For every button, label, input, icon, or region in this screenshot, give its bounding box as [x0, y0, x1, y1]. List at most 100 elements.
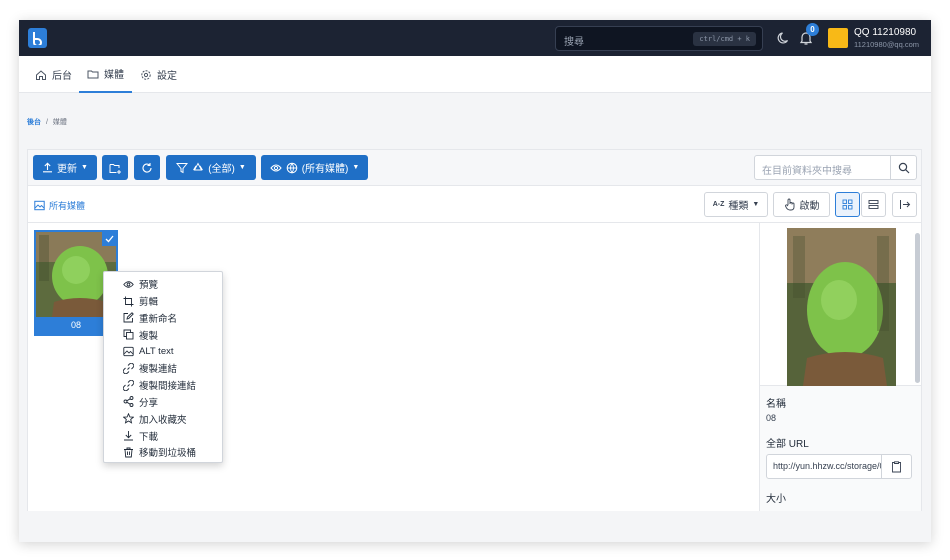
arrow-right-bar-icon — [899, 200, 910, 209]
chevron-down-icon: ▼ — [81, 164, 88, 171]
tab-media[interactable]: 媒體 — [79, 56, 132, 93]
view-scope-button[interactable]: (所有媒體) ▼ — [261, 155, 368, 180]
media-panel: 更新 ▼ (全部) ▼ (所有媒體) ▼ 在目前資料夾中搜尋 所有媒體 A-Z … — [27, 149, 922, 511]
refresh-icon — [142, 162, 152, 173]
tab-dashboard-label: 后台 — [52, 71, 72, 82]
copy-url-button[interactable] — [881, 454, 912, 479]
context-menu: 預覽 剪輯 重新命名 複製 ALT text 複製連結 複製間接連結 分享 加入… — [103, 271, 223, 463]
globe-icon — [286, 162, 297, 174]
enable-button-label: 啟動 — [799, 201, 820, 212]
user-email: 11210980@qq.com — [854, 40, 920, 49]
home-icon — [36, 69, 46, 80]
all-media-label: 所有媒體 — [49, 201, 86, 211]
recycle-icon — [193, 162, 204, 170]
menu-item-label: 分享 — [139, 397, 159, 409]
details-pane: 名稱 08 全部 URL http://yun.hhzw.cc/storage/… — [759, 223, 921, 511]
toggle-details-button[interactable] — [892, 192, 917, 217]
sort-button-label: 種類 — [728, 201, 749, 212]
update-button[interactable]: 更新 ▼ — [33, 155, 97, 180]
tab-media-label: 媒體 — [104, 70, 124, 81]
top-bar: 搜尋 ctrl/cmd + k 0 QQ 11210980 11210980@q… — [19, 20, 931, 56]
image-icon — [123, 346, 134, 357]
hand-pointer-icon — [784, 198, 794, 211]
app-window: 搜尋 ctrl/cmd + k 0 QQ 11210980 11210980@q… — [19, 20, 931, 542]
list-icon — [868, 200, 879, 209]
create-folder-button[interactable] — [102, 155, 128, 180]
preview-image — [787, 228, 896, 386]
media-toolbar: 更新 ▼ (全部) ▼ (所有媒體) ▼ 在目前資料夾中搜尋 — [28, 150, 921, 186]
enable-button[interactable]: 啟動 — [773, 192, 830, 217]
preview-area — [760, 223, 921, 386]
sort-az-icon: A-Z — [712, 201, 725, 208]
breadcrumb-current: 媒體 — [52, 119, 67, 126]
global-search-input[interactable]: 搜尋 ctrl/cmd + k — [555, 26, 763, 51]
details-scrollbar[interactable] — [915, 233, 920, 383]
moon-icon[interactable] — [777, 31, 791, 45]
chevron-down-icon: ▼ — [238, 164, 246, 171]
folder-plus-icon — [109, 163, 121, 174]
url-field[interactable]: http://yun.hhzw.cc/storage/08.jpg — [766, 454, 882, 479]
menu-item-trash[interactable]: 移動到垃圾桶 — [104, 444, 222, 461]
gear-icon — [141, 69, 151, 80]
menu-item-share[interactable]: 分享 — [104, 394, 222, 411]
eye-icon — [123, 281, 134, 288]
link-icon — [123, 362, 134, 374]
menu-item-rename[interactable]: 重新命名 — [104, 310, 222, 327]
tab-settings-label: 設定 — [157, 71, 177, 82]
link-icon — [123, 379, 134, 391]
update-button-label: 更新 — [57, 164, 78, 175]
name-label: 名稱 — [766, 399, 786, 410]
menu-item-label: 重新命名 — [139, 313, 178, 325]
all-media-link[interactable]: 所有媒體 — [34, 199, 85, 212]
global-search-placeholder: 搜尋 — [564, 37, 584, 48]
menu-item-copy-link[interactable]: 複製連結 — [104, 360, 222, 377]
breadcrumb: 後台 / 媒體 — [27, 117, 67, 127]
chevron-down-icon: ▼ — [352, 164, 360, 171]
menu-item-preview[interactable]: 預覽 — [104, 276, 222, 293]
menu-item-favorite[interactable]: 加入收藏夾 — [104, 410, 222, 427]
avatar[interactable] — [828, 28, 848, 48]
menu-item-label: 剪輯 — [139, 297, 159, 309]
user-name: QQ 11210980 — [854, 27, 917, 38]
notification-badge: 0 — [806, 23, 819, 36]
menu-item-download[interactable]: 下載 — [104, 427, 222, 444]
preview-photo — [787, 228, 896, 386]
view-scope-label: (所有媒體) — [301, 164, 349, 175]
menu-item-copy-indirect-link[interactable]: 複製間接連結 — [104, 377, 222, 394]
tab-settings[interactable]: 設定 — [140, 56, 177, 93]
folder-icon — [87, 70, 99, 78]
menu-item-label: 複製 — [139, 330, 159, 342]
menu-item-label: 預覽 — [139, 280, 159, 292]
menu-item-label: 加入收藏夾 — [139, 414, 187, 426]
breadcrumb-separator: / — [45, 119, 48, 126]
filter-button-label: (全部) — [208, 164, 235, 175]
menu-item-label: 移動到垃圾桶 — [139, 448, 197, 460]
menu-item-alt-text[interactable]: ALT text — [104, 343, 222, 360]
upload-icon — [43, 162, 53, 173]
selected-check-icon[interactable] — [102, 232, 116, 246]
image-icon — [34, 200, 45, 211]
filter-button[interactable]: (全部) ▼ — [166, 155, 256, 180]
list-view-button[interactable] — [861, 192, 886, 217]
tab-dashboard[interactable]: 后台 — [35, 56, 72, 93]
share-icon — [123, 396, 134, 408]
name-value: 08 — [766, 413, 777, 423]
menu-item-crop[interactable]: 剪輯 — [104, 293, 222, 310]
chevron-down-icon: ▼ — [752, 201, 760, 208]
menu-item-label: 下載 — [139, 431, 159, 443]
refresh-button[interactable] — [134, 155, 160, 180]
app-logo[interactable] — [28, 28, 47, 48]
url-label: 全部 URL — [766, 439, 809, 450]
breadcrumb-home[interactable]: 後台 — [27, 119, 41, 126]
grid-icon — [842, 199, 853, 210]
star-icon — [123, 413, 134, 424]
main-tabs: 后台 媒體 設定 — [19, 56, 931, 93]
folder-search-input[interactable]: 在目前資料夾中搜尋 — [754, 155, 891, 180]
eye-icon — [270, 164, 282, 171]
sort-button[interactable]: A-Z 種類 ▼ — [704, 192, 768, 217]
menu-item-duplicate[interactable]: 複製 — [104, 326, 222, 343]
edit-icon — [123, 312, 134, 323]
grid-view-button[interactable] — [835, 192, 860, 217]
folder-search-placeholder: 在目前資料夾中搜尋 — [762, 166, 852, 177]
folder-search-button[interactable] — [890, 155, 917, 180]
